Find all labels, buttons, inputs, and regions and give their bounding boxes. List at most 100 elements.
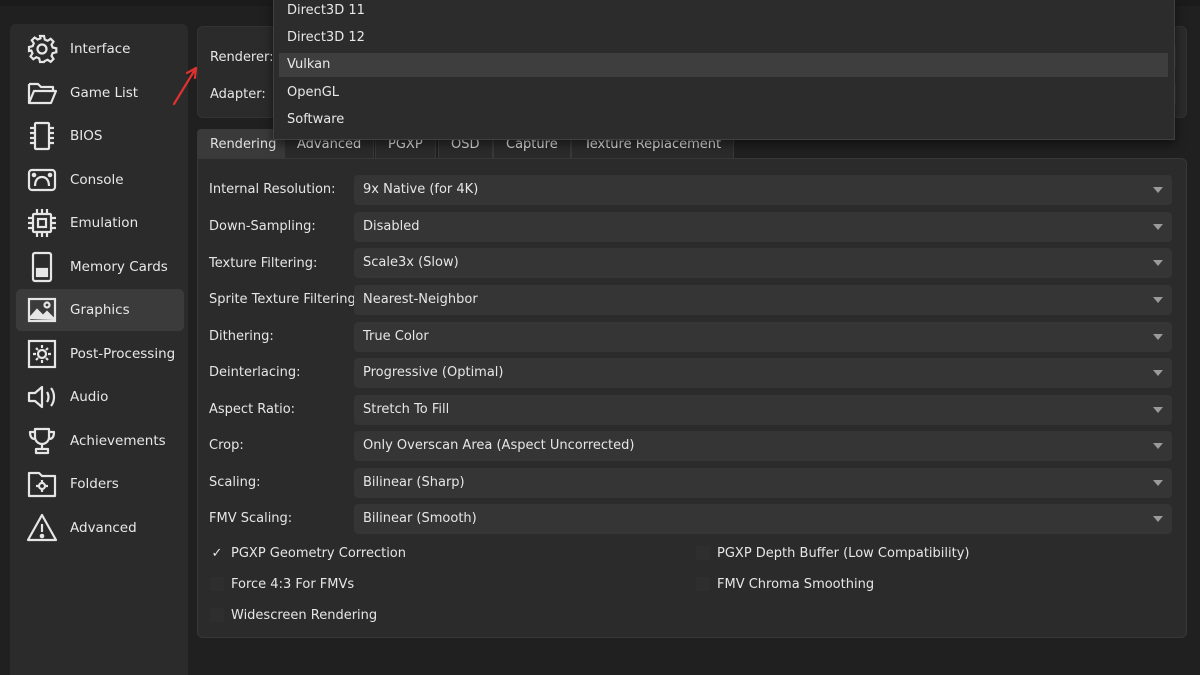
crop-select[interactable]: Only Overscan Area (Aspect Uncorrected) xyxy=(354,431,1172,461)
fmv-chroma-smoothing-checkbox[interactable]: FMV Chroma Smoothing xyxy=(696,573,874,595)
sidebar-item-emulation[interactable]: Emulation xyxy=(16,202,184,244)
select-value: Only Overscan Area (Aspect Uncorrected) xyxy=(363,438,635,453)
sidebar-item-label: Interface xyxy=(70,41,131,57)
sidebar-item-game-list[interactable]: Game List xyxy=(16,72,184,114)
select-value: Progressive (Optimal) xyxy=(363,365,504,380)
chip-icon xyxy=(24,118,60,154)
gear-icon xyxy=(24,31,60,67)
texture-filtering-select[interactable]: Scale3x (Slow) xyxy=(354,248,1172,278)
down-sampling-label: Down-Sampling: xyxy=(209,219,316,234)
chevron-down-icon xyxy=(1153,224,1163,230)
scaling-select[interactable]: Bilinear (Sharp) xyxy=(354,468,1172,498)
folder-gear-icon xyxy=(24,466,60,502)
adapter-label: Adapter: xyxy=(210,87,266,102)
force-4-3-fmvs-checkbox[interactable]: Force 4:3 For FMVs xyxy=(210,573,354,595)
select-value: Nearest-Neighbor xyxy=(363,292,478,307)
sidebar-item-console[interactable]: Console xyxy=(16,159,184,201)
sprite-texture-filtering-label: Sprite Texture Filtering: xyxy=(209,292,361,307)
down-sampling-select[interactable]: Disabled xyxy=(354,212,1172,242)
cpu-icon xyxy=(24,205,60,241)
sidebar-item-label: Audio xyxy=(70,389,109,405)
checkbox-box xyxy=(696,546,710,560)
warning-icon xyxy=(24,510,60,546)
checkbox-box xyxy=(210,577,224,591)
dithering-select[interactable]: True Color xyxy=(354,322,1172,352)
speaker-icon xyxy=(24,379,60,415)
sidebar-item-label: Game List xyxy=(70,85,139,101)
sidebar-item-label: Emulation xyxy=(70,215,139,231)
chevron-down-icon xyxy=(1153,480,1163,486)
renderer-option-selected[interactable]: Vulkan xyxy=(279,53,1168,77)
brightness-icon xyxy=(24,336,60,372)
sidebar-item-label: Post-Processing xyxy=(70,346,176,362)
chevron-down-icon xyxy=(1153,370,1163,376)
sidebar-item-memory-cards[interactable]: Memory Cards xyxy=(16,246,184,288)
select-value: Bilinear (Smooth) xyxy=(363,511,477,526)
sidebar-item-folders[interactable]: Folders xyxy=(16,463,184,505)
checkbox-box xyxy=(210,608,224,622)
folder-open-icon xyxy=(24,75,60,111)
renderer-option[interactable]: OpenGL xyxy=(279,81,1168,105)
checkbox-label: Force 4:3 For FMVs xyxy=(231,576,355,592)
image-icon xyxy=(24,292,60,328)
deinterlacing-label: Deinterlacing: xyxy=(209,365,301,380)
sidebar-item-audio[interactable]: Audio xyxy=(16,376,184,418)
fmv-scaling-label: FMV Scaling: xyxy=(209,511,293,526)
checkbox-label: PGXP Depth Buffer (Low Compatibility) xyxy=(717,545,970,561)
renderer-label: Renderer: xyxy=(210,50,274,65)
chevron-down-icon xyxy=(1153,516,1163,522)
checkbox-label: PGXP Geometry Correction xyxy=(231,545,406,561)
chevron-down-icon xyxy=(1153,407,1163,413)
chevron-down-icon xyxy=(1153,187,1163,193)
sidebar-item-graphics[interactable]: Graphics xyxy=(16,289,184,331)
sidebar-item-label: Console xyxy=(70,172,124,188)
chevron-down-icon xyxy=(1153,260,1163,266)
sprite-texture-filtering-select[interactable]: Nearest-Neighbor xyxy=(354,285,1172,315)
checkbox-box xyxy=(696,577,710,591)
console-icon xyxy=(24,162,60,198)
select-value: Disabled xyxy=(363,219,420,234)
scaling-label: Scaling: xyxy=(209,475,261,490)
dithering-label: Dithering: xyxy=(209,329,274,344)
sidebar-item-label: Memory Cards xyxy=(70,259,168,275)
settings-sidebar: Interface Game List BIOS Console Emulati… xyxy=(10,24,188,675)
renderer-option[interactable]: Direct3D 12 xyxy=(279,26,1168,50)
select-value: Scale3x (Slow) xyxy=(363,255,459,270)
chevron-down-icon xyxy=(1153,443,1163,449)
app-icon xyxy=(2,0,14,4)
select-value: Stretch To Fill xyxy=(363,402,450,417)
internal-resolution-label: Internal Resolution: xyxy=(209,182,336,197)
deinterlacing-select[interactable]: Progressive (Optimal) xyxy=(354,358,1172,388)
select-value: Bilinear (Sharp) xyxy=(363,475,465,490)
sidebar-item-post-processing[interactable]: Post-Processing xyxy=(16,333,184,375)
internal-resolution-select[interactable]: 9x Native (for 4K) xyxy=(354,175,1172,205)
select-value: 9x Native (for 4K) xyxy=(363,182,479,197)
sidebar-item-label: Advanced xyxy=(70,520,137,536)
widescreen-rendering-checkbox[interactable]: Widescreen Rendering xyxy=(210,604,377,626)
annotation-arrow-icon xyxy=(172,66,198,106)
pgxp-geometry-correction-checkbox[interactable]: ✓ PGXP Geometry Correction xyxy=(210,542,406,564)
rendering-settings-panel: Internal Resolution: 9x Native (for 4K) … xyxy=(197,158,1187,638)
sidebar-item-label: Folders xyxy=(70,476,119,492)
checkbox-label: FMV Chroma Smoothing xyxy=(717,576,875,592)
trophy-icon xyxy=(24,423,60,459)
chevron-down-icon xyxy=(1153,297,1163,303)
sidebar-item-bios[interactable]: BIOS xyxy=(16,115,184,157)
crop-label: Crop: xyxy=(209,438,244,453)
sidebar-item-achievements[interactable]: Achievements xyxy=(16,420,184,462)
sidebar-item-advanced[interactable]: Advanced xyxy=(16,507,184,549)
select-value: True Color xyxy=(363,329,429,344)
texture-filtering-label: Texture Filtering: xyxy=(209,256,318,271)
aspect-ratio-select[interactable]: Stretch To Fill xyxy=(354,395,1172,425)
sidebar-item-interface[interactable]: Interface xyxy=(16,28,184,70)
renderer-option[interactable]: Software xyxy=(279,108,1168,132)
fmv-scaling-select[interactable]: Bilinear (Smooth) xyxy=(354,504,1172,534)
renderer-dropdown-list: Direct3D 11 Direct3D 12 Vulkan OpenGL So… xyxy=(273,0,1175,140)
pgxp-depth-buffer-checkbox[interactable]: PGXP Depth Buffer (Low Compatibility) xyxy=(696,542,969,564)
sidebar-item-label: BIOS xyxy=(70,128,103,144)
aspect-ratio-label: Aspect Ratio: xyxy=(209,402,296,417)
renderer-option[interactable]: Direct3D 11 xyxy=(279,0,1168,23)
checkbox-label: Widescreen Rendering xyxy=(231,607,378,623)
sidebar-item-label: Graphics xyxy=(70,302,130,318)
check-icon: ✓ xyxy=(211,545,223,561)
